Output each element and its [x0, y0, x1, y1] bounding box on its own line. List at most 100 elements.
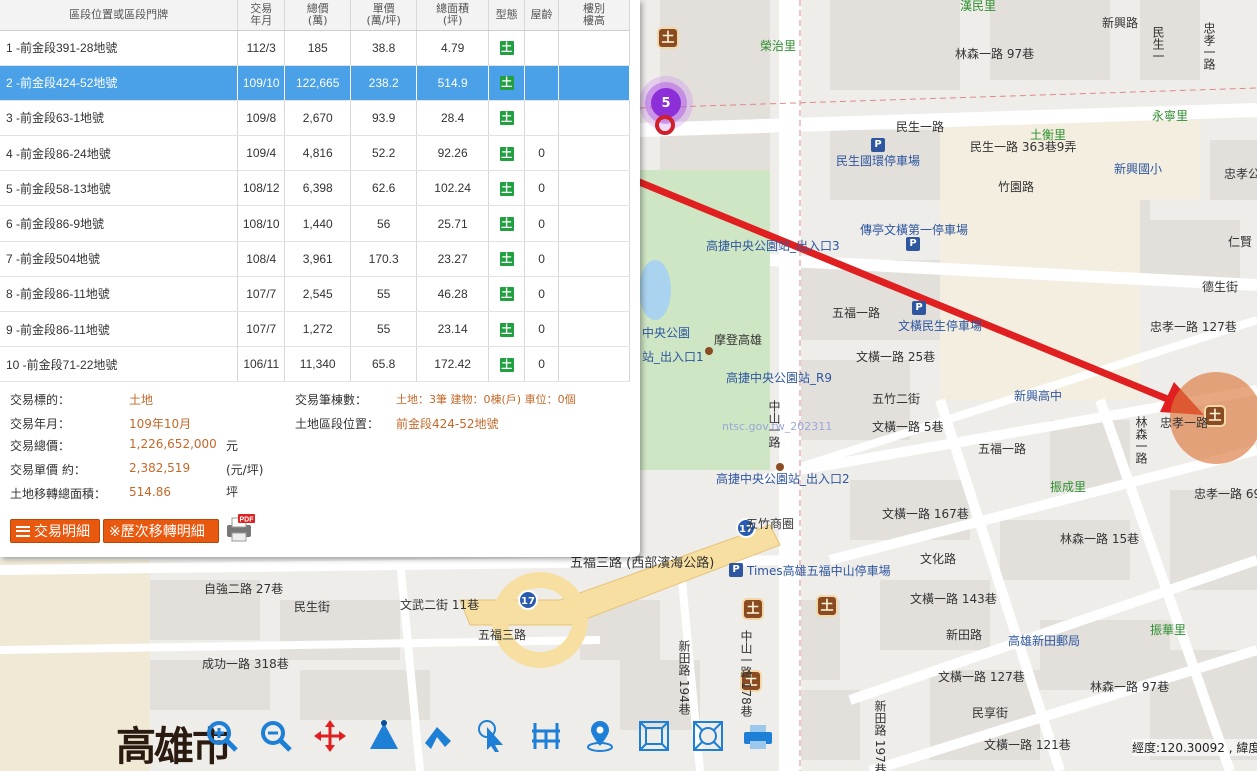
cell-floor — [558, 241, 630, 277]
land-type-icon: 土 — [499, 111, 514, 126]
land-type-icon: 土 — [499, 357, 514, 372]
cell-unit-price: 93.9 — [350, 100, 418, 137]
cell-total: 11,340 — [284, 346, 352, 383]
location-circle-marker[interactable] — [655, 115, 675, 135]
cell-date: 108/12 — [237, 170, 286, 207]
transfer-history-label: ※歷次移轉明細 — [109, 524, 205, 540]
cell-location: 4 -前金段86-24地號 — [0, 135, 239, 172]
table-row[interactable]: 3 -前金段63-1地號 109/8 2,670 93.9 28.4 土 — [0, 100, 630, 137]
cell-age — [524, 30, 560, 66]
header-type: 型態 — [488, 0, 526, 31]
transaction-detail-button[interactable]: 交易明細 — [10, 519, 100, 543]
land-type-icon: 土 — [499, 146, 514, 161]
layers-button[interactable] — [528, 718, 564, 754]
cell-total: 6,398 — [284, 170, 352, 207]
map-label: 忠孝一路 — [1160, 416, 1209, 430]
full-extent-icon — [639, 721, 669, 751]
table-header-row: 區段位置或區段門牌 交易 年月 總價 (萬) 單價 (萬/坪) 總面積 (坪) … — [0, 0, 630, 31]
cell-unit-price: 55 — [350, 276, 418, 313]
map-label: 站_出入口1 — [642, 350, 704, 364]
measure-area-icon — [370, 720, 398, 749]
table-row[interactable]: 8 -前金段86-11地號 107/7 2,545 55 46.28 土 0 — [0, 276, 630, 313]
detail-count-value: 土地：3筆 建物：0棟(戶) 車位：0個 — [396, 393, 576, 406]
cell-type: 土 — [488, 170, 526, 207]
cell-unit-price: 52.2 — [350, 135, 418, 172]
cell-total: 1,440 — [284, 205, 352, 242]
cell-area: 25.71 — [416, 205, 490, 242]
measure-line-button[interactable] — [420, 718, 456, 754]
location-pin-icon — [587, 721, 613, 752]
cell-type: 土 — [488, 311, 526, 348]
zoom-in-button[interactable] — [204, 718, 240, 754]
map-label: 中央公園 — [642, 326, 691, 340]
cell-age: 0 — [524, 205, 560, 242]
map-label: 文橫一路 127巷 — [938, 670, 1025, 684]
detail-total-value: 1,226,652,000 — [129, 437, 217, 451]
locate-button[interactable] — [582, 718, 618, 754]
measure-area-button[interactable] — [366, 718, 402, 754]
cell-area: 28.4 — [416, 100, 490, 137]
table-row[interactable]: 6 -前金段86-9地號 108/10 1,440 56 25.71 土 0 — [0, 205, 630, 242]
cell-unit-price: 55 — [350, 311, 418, 348]
print-button[interactable] — [740, 718, 776, 754]
extent-button[interactable] — [690, 718, 726, 754]
detail-count-label: 交易筆棟數： — [295, 393, 368, 407]
table-row[interactable]: 2 -前金段424-52地號 109/10 122,665 238.2 514.9 土 — [0, 65, 630, 101]
table-row[interactable]: 5 -前金段58-13地號 108/12 6,398 62.6 102.24 土 0 — [0, 170, 630, 207]
cell-type: 土 — [488, 135, 526, 172]
cell-location: 8 -前金段86-11地號 — [0, 276, 239, 313]
zoom-out-button[interactable] — [258, 718, 294, 754]
land-pin[interactable]: 土 — [657, 27, 679, 49]
cell-floor — [558, 346, 630, 383]
cell-type: 土 — [488, 100, 526, 137]
cluster-marker[interactable]: 5 — [651, 88, 681, 118]
map-label: 高捷中央公園站_出入口2 — [716, 472, 850, 486]
cell-floor — [558, 30, 630, 66]
map-label: 中山一路 178巷 — [739, 630, 753, 717]
header-age: 屋齡 — [524, 0, 560, 31]
pdf-print-button[interactable]: PDF — [224, 513, 256, 543]
map-label: 榮治里 — [760, 39, 797, 53]
cell-total: 3,961 — [284, 241, 352, 277]
detail-target-value: 土地 — [129, 393, 154, 407]
select-button[interactable] — [474, 718, 510, 754]
map-label: 忠孝一路 69 — [1194, 487, 1257, 501]
cell-unit-price: 62.6 — [350, 170, 418, 207]
detail-total-unit: 元 — [226, 439, 239, 453]
header-location: 區段位置或區段門牌 — [0, 0, 239, 31]
land-type-icon: 土 — [499, 287, 514, 302]
cell-date: 109/4 — [237, 135, 286, 172]
map-toolbar: 高雄市 — [110, 712, 1110, 770]
table-row[interactable]: 1 -前金段391-28地號 112/3 185 38.8 4.79 土 — [0, 30, 630, 66]
detail-date-label: 交易年月： — [10, 417, 71, 431]
table-row[interactable]: 4 -前金段86-24地號 109/4 4,816 52.2 92.26 土 0 — [0, 135, 630, 172]
cell-age — [524, 65, 560, 101]
pan-button[interactable] — [312, 718, 348, 754]
full-extent-button[interactable] — [636, 718, 672, 754]
cell-location: 3 -前金段63-1地號 — [0, 100, 239, 137]
list-icon — [16, 525, 30, 537]
cell-floor — [558, 311, 630, 348]
map-label: Times高雄五福中山停車場 — [747, 564, 891, 578]
cell-area: 4.79 — [416, 30, 490, 66]
cell-location: 6 -前金段86-9地號 — [0, 205, 239, 242]
map-label: 五福一路 — [832, 306, 881, 320]
cell-total: 185 — [284, 30, 352, 66]
table-row[interactable]: 10 -前金段71-22地號 106/11 11,340 65.8 172.42 土 0 — [0, 346, 630, 383]
map-label: 新田路 194巷 — [677, 640, 691, 715]
detail-date-value: 109年10月 — [129, 417, 192, 431]
cell-location: 7 -前金段504地號 — [0, 241, 239, 277]
transaction-detail-label: 交易明細 — [34, 524, 90, 540]
transaction-detail: 交易標的： 土地 交易年月： 109年10月 交易總價： 1,226,652,0… — [0, 381, 630, 511]
parking-icon: P — [871, 138, 885, 152]
poi-dot-icon — [705, 347, 713, 355]
table-row[interactable]: 7 -前金段504地號 108/4 3,961 170.3 23.27 土 0 — [0, 241, 630, 277]
map-label: 德生街 — [1202, 280, 1239, 294]
transfer-history-button[interactable]: ※歷次移轉明細 — [103, 519, 219, 543]
table-row[interactable]: 9 -前金段86-11地號 107/7 1,272 55 23.14 土 0 — [0, 311, 630, 348]
land-pin[interactable]: 土 — [742, 598, 764, 620]
cell-unit-price: 65.8 — [350, 346, 418, 383]
cell-area: 23.27 — [416, 241, 490, 277]
land-pin[interactable]: 土 — [816, 595, 838, 617]
map-label: 文化路 — [920, 552, 957, 566]
